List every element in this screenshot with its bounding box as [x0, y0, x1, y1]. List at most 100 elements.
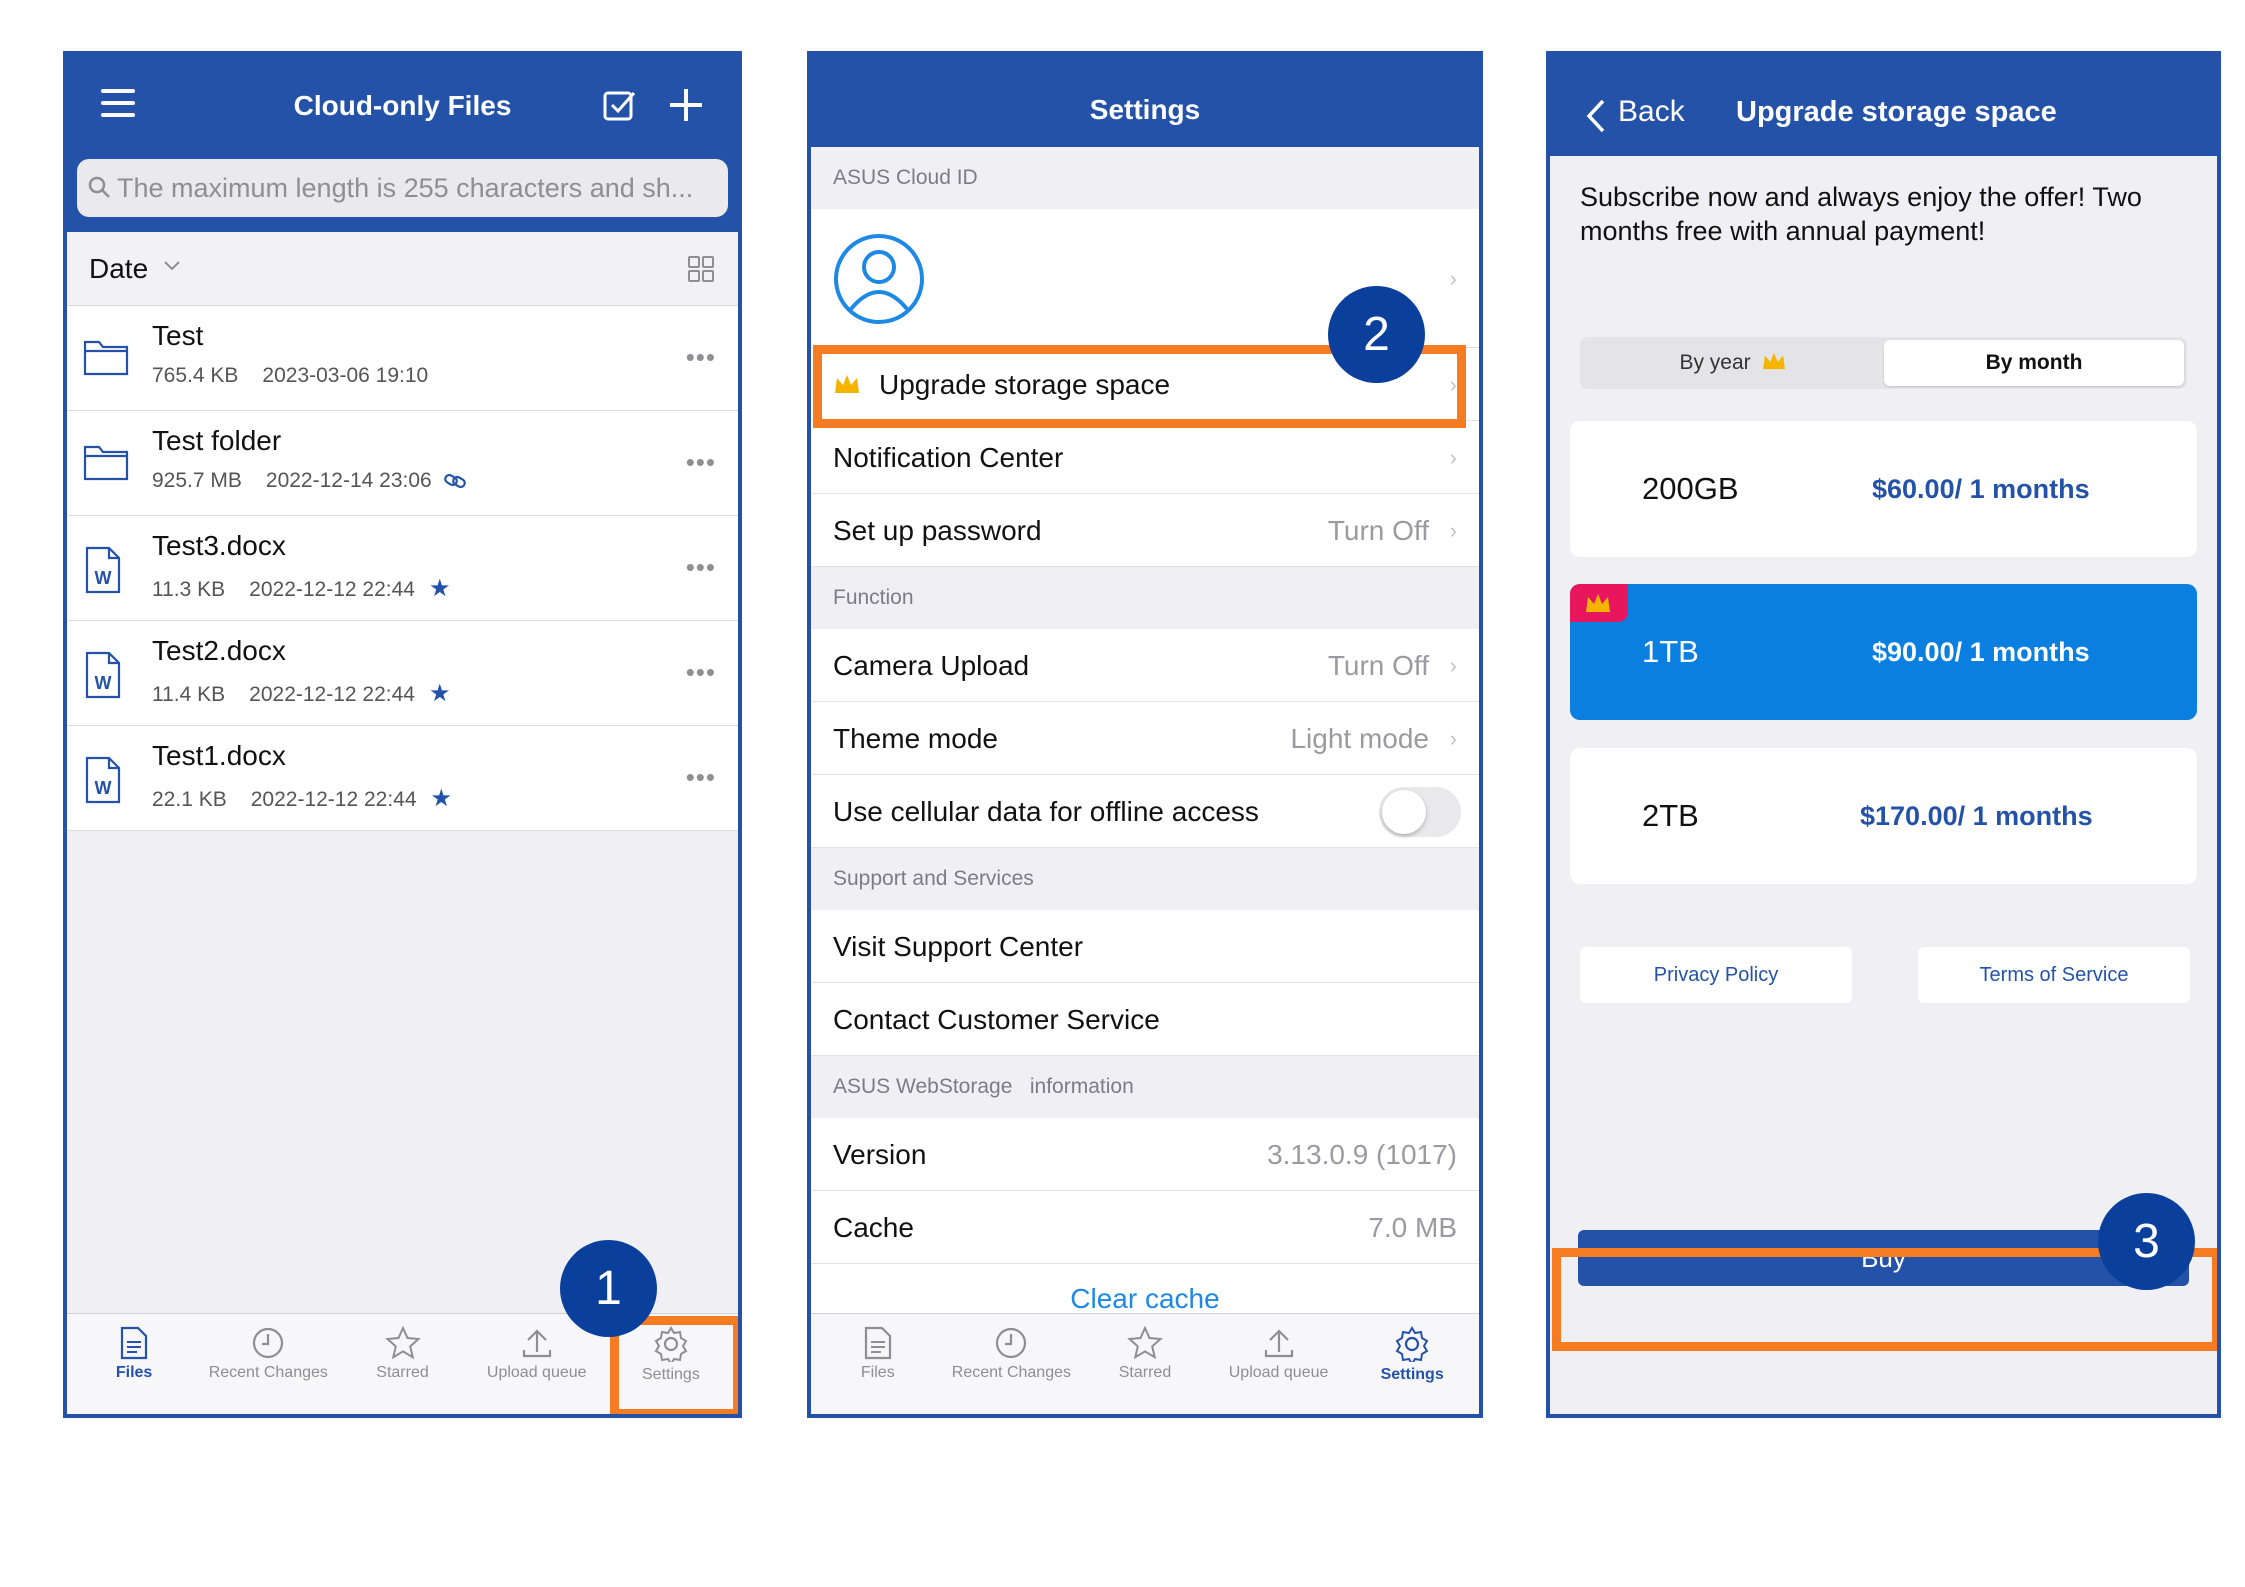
more-options-icon[interactable]: ••• — [686, 552, 716, 583]
star-icon: ★ — [428, 575, 451, 602]
sort-dropdown[interactable]: Date — [89, 232, 148, 305]
cellular-data-label: Use cellular data for offline access — [833, 796, 1259, 827]
section-info: ASUS WebStorage information — [811, 1056, 1479, 1118]
tab-bar: Files Recent Changes Starred Upload queue Se… — [811, 1313, 1479, 1414]
plan-size: 1TB — [1642, 634, 1699, 669]
password-row[interactable]: Set up password Turn Off › — [811, 494, 1479, 567]
more-options-icon[interactable]: ••• — [686, 447, 716, 478]
file-date: 2022-12-12 22:44 — [249, 683, 415, 706]
file-name: Test2.docx — [152, 635, 286, 666]
plan-card-2tb[interactable]: 2TB $170.00/ 1 months — [1570, 748, 2197, 884]
contact-service-row[interactable]: Contact Customer Service — [811, 983, 1479, 1056]
plan-card-1tb[interactable]: 1TB $90.00/ 1 months — [1570, 584, 2197, 720]
file-size: 11.3 KB — [152, 578, 226, 601]
file-meta: 765.4 KB 2023-03-06 19:10 — [152, 364, 452, 388]
file-size: 11.4 KB — [152, 683, 226, 706]
crown-icon — [1586, 594, 1610, 612]
section-support: Support and Services — [811, 848, 1479, 910]
plan-price: $60.00/ 1 months — [1872, 474, 2090, 504]
notification-center-label: Notification Center — [833, 442, 1064, 473]
theme-mode-row[interactable]: Theme mode Light mode › — [811, 702, 1479, 775]
folder-icon — [83, 336, 129, 381]
file-list: Test 765.4 KB 2023-03-06 19:10 ••• Test fold… — [67, 306, 738, 831]
clear-cache-button[interactable]: Clear cache — [1070, 1283, 1219, 1314]
file-meta: 11.4 KB 2022-12-12 22:44 ★ — [152, 679, 475, 708]
file-date: 2022-12-12 22:44 — [250, 788, 417, 811]
file-name: Test — [152, 320, 204, 351]
more-options-icon[interactable]: ••• — [686, 762, 716, 793]
word-doc-icon: W — [83, 756, 123, 809]
segment-by-year-label: By year — [1679, 351, 1751, 374]
files-header: Cloud-only Files The maximum length is 2… — [67, 55, 738, 232]
file-size: 925.7 MB — [152, 469, 242, 492]
chevron-down-icon[interactable] — [163, 260, 181, 272]
multi-select-icon[interactable] — [602, 87, 638, 123]
page-title: Upgrade storage space — [1736, 96, 2057, 128]
tab-files[interactable]: Files — [811, 1314, 945, 1414]
file-meta: 925.7 MB 2022-12-14 23:06 — [152, 469, 490, 493]
cache-label: Cache — [833, 1212, 914, 1243]
star-icon: ★ — [430, 785, 453, 812]
tab-recent-changes[interactable]: Recent Changes — [945, 1314, 1079, 1414]
avatar-icon — [834, 234, 924, 324]
privacy-policy-link[interactable]: Privacy Policy — [1580, 947, 1852, 1003]
svg-text:W: W — [95, 673, 112, 693]
plan-card-200gb[interactable]: 200GB $60.00/ 1 months — [1570, 421, 2197, 557]
tab-settings[interactable]: Settings — [1345, 1314, 1479, 1414]
version-value: 3.13.0.9 (1017) — [1267, 1139, 1457, 1170]
tab-files[interactable]: Files — [67, 1314, 201, 1414]
add-icon[interactable] — [668, 87, 704, 123]
tab-starred[interactable]: Starred — [335, 1314, 469, 1414]
cellular-data-row: Use cellular data for offline access — [811, 775, 1479, 848]
file-row[interactable]: Test folder 925.7 MB 2022-12-14 23:06 ••• — [67, 411, 738, 516]
support-center-row[interactable]: Visit Support Center — [811, 910, 1479, 983]
more-options-icon[interactable]: ••• — [686, 657, 716, 688]
tab-recent-changes[interactable]: Recent Changes — [201, 1314, 335, 1414]
file-row[interactable]: W Test1.docx 22.1 KB 2022-12-12 22:44 ★ ••• — [67, 726, 738, 831]
more-options-icon[interactable]: ••• — [686, 342, 716, 373]
clock-icon — [945, 1326, 1079, 1360]
plan-size: 200GB — [1642, 471, 1739, 506]
file-row[interactable]: W Test3.docx 11.3 KB 2022-12-12 22:44 ★ ••• — [67, 516, 738, 621]
files-icon — [811, 1326, 945, 1360]
file-name: Test1.docx — [152, 740, 286, 771]
section-function: Function — [811, 567, 1479, 629]
sort-bar: Date — [67, 232, 738, 306]
segment-by-month[interactable]: By month — [1884, 340, 2184, 386]
step-3-callout: 3 — [2098, 1193, 2195, 1290]
crown-icon — [1762, 352, 1785, 370]
camera-upload-row[interactable]: Camera Upload Turn Off › — [811, 629, 1479, 702]
contact-service-label: Contact Customer Service — [833, 1004, 1160, 1035]
plan-price: $90.00/ 1 months — [1872, 637, 2090, 667]
tab-upload-queue[interactable]: Upload queue — [1212, 1314, 1346, 1414]
file-row[interactable]: W Test2.docx 11.4 KB 2022-12-12 22:44 ★ ••• — [67, 621, 738, 726]
search-icon — [88, 176, 110, 198]
tab-label: Starred — [1118, 1364, 1172, 1381]
upload-icon — [1212, 1326, 1346, 1360]
upgrade-header: Back Upgrade storage space — [1550, 55, 2217, 156]
tab-label: Upload queue — [486, 1364, 587, 1381]
search-input[interactable]: The maximum length is 255 characters and… — [77, 159, 728, 217]
cellular-data-toggle[interactable] — [1379, 787, 1461, 837]
back-button[interactable]: Back — [1586, 55, 1685, 169]
notification-center-row[interactable]: Notification Center › — [811, 421, 1479, 494]
phone-settings-screen: Settings ASUS Cloud ID › Upgrade storage… — [807, 51, 1483, 1418]
link-icon — [443, 469, 466, 492]
star-outline-icon — [1078, 1326, 1212, 1360]
step-1-callout: 1 — [560, 1240, 657, 1337]
tab-starred[interactable]: Starred — [1078, 1314, 1212, 1414]
file-row[interactable]: Test 765.4 KB 2023-03-06 19:10 ••• — [67, 306, 738, 411]
version-row: Version 3.13.0.9 (1017) — [811, 1118, 1479, 1191]
upload-icon — [470, 1326, 604, 1360]
star-icon: ★ — [428, 680, 451, 707]
file-date: 2022-12-12 22:44 — [249, 578, 415, 601]
cache-row: Cache 7.0 MB — [811, 1191, 1479, 1264]
file-date: 2022-12-14 23:06 — [265, 469, 432, 492]
terms-of-service-link[interactable]: Terms of Service — [1918, 947, 2190, 1003]
grid-view-icon[interactable] — [688, 256, 714, 282]
settings-header: Settings — [811, 55, 1479, 147]
clock-icon — [201, 1326, 335, 1360]
word-doc-icon: W — [83, 546, 123, 599]
chevron-right-icon: › — [1449, 726, 1457, 751]
segment-by-year[interactable]: By year — [1583, 340, 1883, 386]
